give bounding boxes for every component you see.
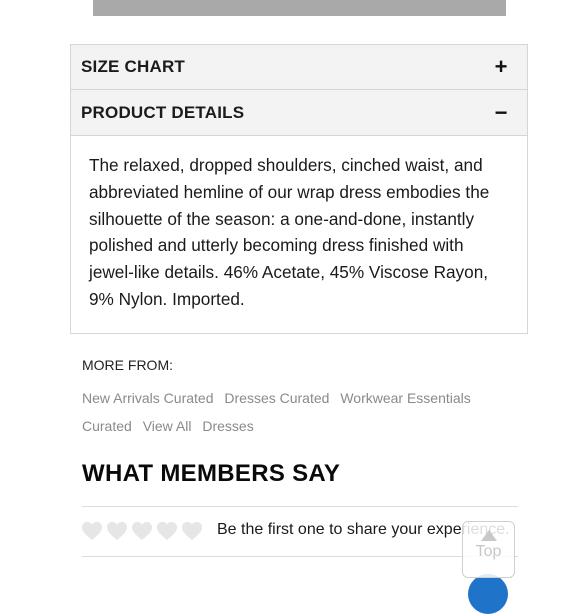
product-details-panel: The relaxed, dropped shoulders, cinched … (70, 136, 528, 334)
reviews-heading: WHAT MEMBERS SAY (82, 460, 341, 487)
product-accordion: SIZE CHART + PRODUCT DETAILS − The relax… (70, 44, 528, 334)
size-chart-title: SIZE CHART (81, 57, 185, 76)
heart-icon (182, 521, 202, 541)
product-description: The relaxed, dropped shoulders, cinched … (89, 155, 490, 309)
heart-icon (82, 521, 102, 541)
link-dresses[interactable]: Dresses (202, 418, 253, 434)
back-to-top-button[interactable]: Top (462, 521, 515, 578)
product-details-toggle[interactable]: PRODUCT DETAILS − (70, 90, 528, 136)
up-arrow-icon (480, 530, 497, 541)
product-image-bottom-edge (93, 0, 506, 16)
collapse-minus-icon: − (494, 99, 508, 125)
size-chart-toggle[interactable]: SIZE CHART + (70, 44, 528, 90)
back-to-top-label: Top (475, 543, 502, 560)
heart-icon (107, 521, 127, 541)
divider (82, 506, 518, 507)
product-details-title: PRODUCT DETAILS (81, 102, 245, 122)
heart-icon (157, 521, 177, 541)
chat-button[interactable] (468, 574, 508, 614)
more-from-label: MORE FROM: (82, 357, 173, 373)
rating-hearts (81, 521, 206, 541)
more-from-links: New Arrivals Curated Dresses Curated Wor… (82, 384, 482, 440)
link-dresses-curated[interactable]: Dresses Curated (224, 390, 329, 406)
divider (82, 556, 518, 557)
link-new-arrivals-curated[interactable]: New Arrivals Curated (82, 390, 214, 406)
heart-icon (132, 521, 152, 541)
link-view-all[interactable]: View All (143, 418, 192, 434)
expand-plus-icon: + (494, 54, 508, 79)
